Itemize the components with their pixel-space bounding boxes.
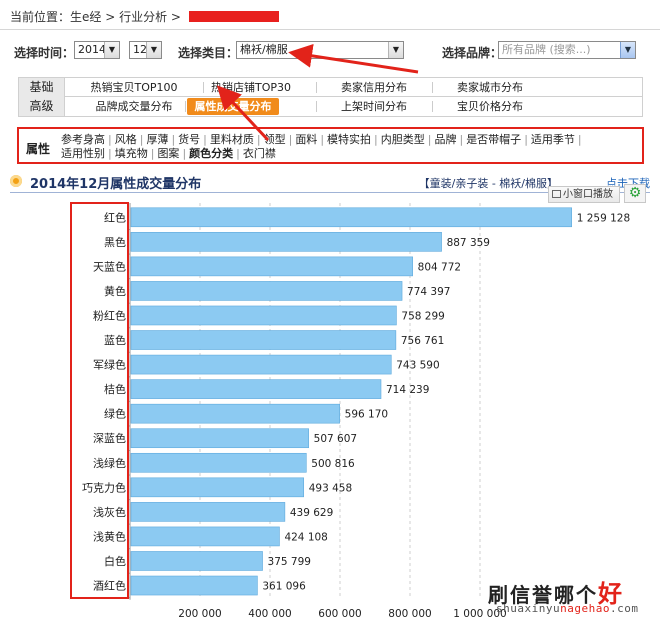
data-label: 424 108 bbox=[284, 531, 327, 543]
x-tick-label: 600 000 bbox=[318, 608, 361, 620]
bar-黄色 bbox=[130, 281, 403, 301]
data-label: 596 170 bbox=[345, 409, 388, 421]
bar-红色 bbox=[130, 207, 572, 228]
bar-酒红色 bbox=[130, 575, 258, 596]
data-label: 493 458 bbox=[309, 482, 352, 494]
data-label: 375 799 bbox=[268, 556, 311, 568]
watermark-url-c: .com bbox=[609, 602, 639, 615]
bar-巧克力色 bbox=[130, 477, 305, 498]
data-label: 774 397 bbox=[407, 286, 450, 298]
bar-黑色 bbox=[130, 232, 442, 252]
data-label: 804 772 bbox=[418, 261, 461, 273]
data-label: 500 816 bbox=[311, 458, 355, 470]
bar-深蓝色 bbox=[130, 428, 309, 449]
bar-桔色 bbox=[130, 379, 382, 399]
bar-粉红色 bbox=[130, 305, 397, 326]
bar-军绿色 bbox=[130, 354, 392, 375]
x-tick-label: 400 000 bbox=[248, 608, 291, 620]
category-highlight-box bbox=[70, 202, 129, 599]
bar-天蓝色 bbox=[130, 256, 413, 277]
bar-白色 bbox=[130, 551, 263, 571]
data-label: 758 299 bbox=[401, 310, 444, 322]
x-tick-label: 200 000 bbox=[178, 608, 221, 620]
watermark-url-a: shuaxinyu bbox=[496, 602, 561, 615]
data-label: 1 259 128 bbox=[577, 212, 630, 224]
bar-浅黄色 bbox=[130, 526, 280, 547]
data-label: 887 359 bbox=[447, 237, 490, 249]
x-tick-label: 800 000 bbox=[388, 608, 431, 620]
bar-浅绿色 bbox=[130, 452, 307, 473]
data-label: 743 590 bbox=[396, 360, 439, 372]
watermark-url: shuaxinyunagehao.com bbox=[496, 602, 638, 615]
bar-浅灰色 bbox=[130, 502, 286, 522]
bar-绿色 bbox=[130, 403, 340, 424]
watermark-url-b: nagehao bbox=[560, 602, 610, 615]
data-label: 361 096 bbox=[262, 581, 306, 593]
data-label: 507 607 bbox=[314, 433, 357, 445]
watermark-logo: 刷信誉哪个好 shuaxinyunagehao.com bbox=[488, 572, 658, 625]
data-label: 439 629 bbox=[290, 507, 333, 519]
data-label: 756 761 bbox=[401, 335, 444, 347]
bar-蓝色 bbox=[130, 330, 397, 350]
data-label: 714 239 bbox=[386, 384, 429, 396]
